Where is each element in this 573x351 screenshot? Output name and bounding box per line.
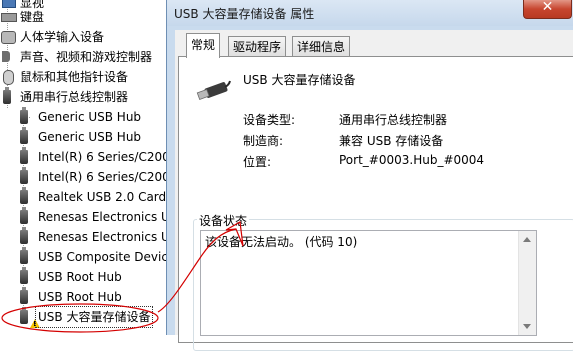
tree-item-label: 声音、视频和游戏控制器 [20, 50, 153, 64]
general-tab-panel: USB 大容量存储设备 设备类型: 通用串行总线控制器 制造商: 兼容 USB … [178, 56, 573, 351]
tree-item-usb-mass-storage[interactable]: USB 大容量存储设备 [0, 306, 170, 328]
speaker-icon [2, 51, 10, 62]
keyboard-icon [1, 13, 17, 22]
tree-item-usb-device[interactable]: Realtek USB 2.0 Card [0, 187, 170, 207]
tree-item-mouse[interactable]: 鼠标和其他指针设备 [0, 67, 170, 87]
tab-details[interactable]: 详细信息 [292, 36, 351, 57]
usb-icon [20, 147, 28, 164]
location-value: Port_#0003.Hub_#0004 [339, 153, 485, 167]
location-label: 位置: [243, 155, 272, 169]
tree-item-label: USB 大容量存储设备 [34, 306, 154, 328]
tree-item-usb-device[interactable]: Intel(R) 6 Series/C200 [0, 147, 170, 167]
tree-item-sound[interactable]: 声音、视频和游戏控制器 [0, 47, 170, 67]
tree-item-label: 通用串行总线控制器 [20, 90, 129, 104]
tree-item-label: USB Root Hub [38, 270, 122, 284]
tree-item-label: 人体学输入设备 [20, 30, 105, 44]
tree-item-label: Generic USB Hub [38, 130, 142, 144]
device-status-label: 设备状态 [197, 212, 250, 229]
usb-controller-icon [3, 87, 11, 104]
dialog-client: 常规 驱动程序 详细信息 USB 大容量存储设备 设备类型: 通用串行总线控制器… [175, 30, 573, 351]
usb-icon [20, 227, 28, 244]
tree-item-usb-controllers[interactable]: 通用串行总线控制器 [0, 87, 170, 107]
scroll-up-icon[interactable] [523, 237, 531, 242]
tree-item-usb-device[interactable]: USB Root Hub [0, 287, 170, 307]
tree-item-label: Generic USB Hub [38, 110, 142, 124]
scroll-down-icon[interactable] [523, 324, 531, 329]
usb-icon [20, 187, 28, 204]
tab-label: 驱动程序 [233, 40, 282, 54]
tree-item-usb-device[interactable]: Renesas Electronics U [0, 207, 170, 227]
mouse-icon [3, 70, 14, 85]
tree-item-usb-device[interactable]: Renesas Electronics U [0, 227, 170, 247]
usb-icon [20, 267, 28, 284]
usb-icon [20, 127, 28, 144]
device-type-value: 通用串行总线控制器 [339, 113, 448, 127]
hid-icon [1, 31, 16, 44]
tree-item-usb-device[interactable]: Generic USB Hub [0, 127, 170, 147]
tab-general[interactable]: 常规 [186, 33, 221, 58]
tree-item-hid[interactable]: 人体学输入设备 [0, 27, 170, 47]
close-button[interactable]: ✕ [523, 0, 572, 19]
tree-item-label: 鼠标和其他指针设备 [20, 70, 129, 84]
status-scrollbar[interactable] [518, 231, 536, 335]
tree-item-label: Renesas Electronics U [38, 210, 170, 224]
device-name: USB 大容量存储设备 [243, 73, 356, 87]
tab-label: 详细信息 [297, 40, 346, 54]
usb-device-icon [196, 80, 231, 100]
close-icon: ✕ [541, 0, 554, 15]
usb-icon [20, 107, 28, 124]
tree-item-usb-device[interactable]: Intel(R) 6 Series/C200 [0, 167, 170, 187]
device-type-label: 设备类型: [243, 113, 296, 127]
title-bar[interactable]: USB 大容量存储设备 属性 ✕ [167, 0, 573, 26]
tree-item-label: USB Root Hub [38, 290, 122, 304]
tab-driver[interactable]: 驱动程序 [228, 36, 287, 57]
tree-item-label: Renesas Electronics U [38, 230, 170, 244]
tree-item-usb-device[interactable]: USB Root Hub [0, 267, 170, 287]
properties-dialog: USB 大容量存储设备 属性 ✕ 常规 驱动程序 详细信息 USB 大容量存储设… [166, 0, 573, 351]
usb-warning-icon [20, 307, 40, 328]
usb-icon [20, 287, 28, 304]
device-status-text: 该设备无法启动。 (代码 10) [205, 235, 358, 249]
tree-item-label: 键盘 [20, 10, 45, 24]
tree-item-label: Intel(R) 6 Series/C200 [38, 170, 170, 184]
dialog-title: USB 大容量存储设备 属性 [174, 7, 315, 21]
usb-icon [20, 167, 28, 184]
device-tree: 显视 键盘 人体学输入设备 声音、视频和游戏控制器 鼠标和其他指针设备 通用串行… [0, 0, 170, 335]
usb-icon [20, 247, 28, 264]
tree-item-label: Intel(R) 6 Series/C200 [38, 150, 170, 164]
tree-item-usb-device[interactable]: USB Composite Device [0, 247, 170, 267]
tab-label: 常规 [191, 38, 216, 52]
tree-item-label: Realtek USB 2.0 Card [38, 190, 167, 204]
tree-item-label: USB Composite Device [38, 250, 170, 264]
manufacturer-label: 制造商: [243, 134, 284, 148]
tree-item-keyboard[interactable]: 键盘 [0, 7, 170, 27]
tree-item-usb-device[interactable]: Generic USB Hub [0, 107, 170, 127]
usb-icon [20, 207, 28, 224]
manufacturer-value: 兼容 USB 存储设备 [339, 134, 444, 148]
device-status-textbox[interactable]: 该设备无法启动。 (代码 10) [200, 230, 537, 336]
